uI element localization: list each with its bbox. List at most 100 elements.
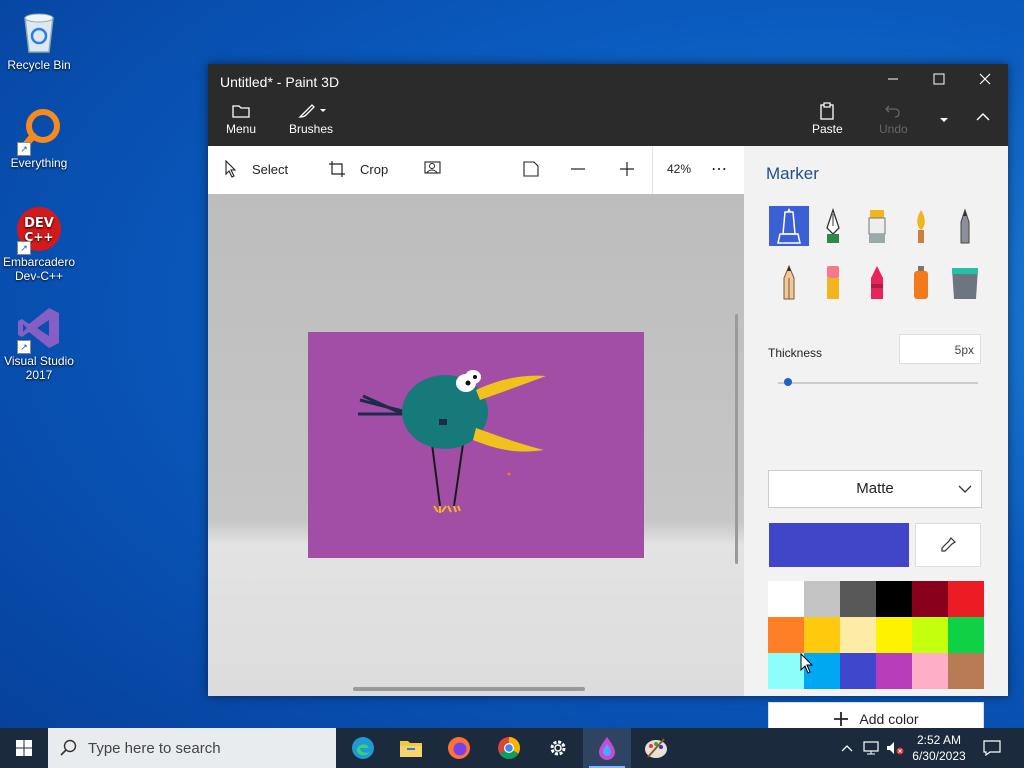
pixel-pen-button[interactable] (945, 206, 985, 246)
palette-swatch[interactable] (804, 617, 840, 653)
taskbar-edge[interactable] (339, 728, 387, 768)
calligraphy-pen-button[interactable] (813, 206, 853, 246)
chevron-down-icon (957, 471, 973, 521)
taskbar-firefox[interactable] (435, 728, 483, 768)
thickness-slider-thumb[interactable] (784, 378, 792, 386)
marker-brush-button[interactable] (769, 206, 809, 246)
palette-swatch[interactable] (768, 617, 804, 653)
finish-dropdown[interactable]: Matte (768, 470, 982, 508)
undo-label: Undo (879, 122, 908, 136)
edge-icon (352, 737, 374, 759)
minimize-icon (888, 78, 898, 80)
minimize-button[interactable] (870, 64, 916, 98)
palette-swatch[interactable] (876, 581, 912, 617)
palette-swatch[interactable] (768, 653, 804, 689)
undo-button[interactable]: Undo (879, 102, 908, 136)
view-3d-button[interactable] (522, 160, 540, 178)
chrome-icon (498, 737, 520, 759)
canvas-area[interactable] (208, 194, 744, 696)
calligraphy-pen-icon (826, 208, 840, 243)
taskbar-settings[interactable] (534, 728, 582, 768)
taskbar-paint[interactable] (632, 728, 680, 768)
palette-swatch[interactable] (948, 617, 984, 653)
taskbar-file-explorer[interactable] (387, 728, 435, 768)
palette-swatch[interactable] (804, 581, 840, 617)
more-options-button[interactable]: ⋯ (711, 159, 727, 179)
spray-can-button[interactable] (901, 262, 941, 302)
select-tool-button[interactable]: Select (224, 160, 288, 178)
visual-studio-icon: ↗ (15, 304, 63, 354)
eyedropper-button[interactable] (915, 523, 981, 567)
start-button[interactable] (0, 728, 48, 768)
add-color-label: Add color (859, 711, 919, 727)
volume-button[interactable] (885, 728, 905, 768)
eraser-button[interactable] (813, 262, 853, 302)
vertical-scrollbar[interactable] (735, 314, 738, 564)
crayon-button[interactable] (857, 262, 897, 302)
desktop-icon-everything[interactable]: ↗ Everything (1, 106, 77, 170)
magic-select-button[interactable] (424, 160, 442, 176)
paint3d-icon (599, 737, 615, 760)
drawing-canvas[interactable] (308, 332, 644, 558)
action-center-button[interactable] (974, 728, 1010, 768)
paste-button[interactable]: Paste (812, 102, 843, 136)
pencil-button[interactable] (769, 262, 809, 302)
thickness-slider[interactable] (778, 382, 978, 384)
chevron-down-icon (940, 118, 948, 122)
oil-brush-button[interactable] (857, 206, 897, 246)
palette-swatch[interactable] (768, 581, 804, 617)
taskbar: Type here to search 2:52 AM 6/30/2023 (0, 728, 1024, 768)
minus-icon (571, 168, 585, 170)
palette-swatch[interactable] (948, 653, 984, 689)
everything-search-icon: ↗ (15, 106, 63, 156)
ribbon: Menu Brushes Paste Undo (208, 98, 1008, 146)
palette-swatch[interactable] (840, 653, 876, 689)
watercolor-brush-button[interactable] (901, 206, 941, 246)
palette-swatch[interactable] (876, 653, 912, 689)
network-button[interactable] (862, 728, 880, 768)
chevron-up-icon (976, 113, 990, 121)
palette-swatch[interactable] (876, 617, 912, 653)
title-bar[interactable]: Untitled* - Paint 3D (208, 64, 1008, 98)
palette-swatch[interactable] (912, 617, 948, 653)
crop-tool-button[interactable]: Crop (328, 160, 388, 178)
paint3d-window: Untitled* - Paint 3D Menu Brushes Paste … (208, 64, 1008, 736)
marker-icon (777, 208, 801, 244)
maximize-button[interactable] (916, 64, 962, 98)
palette-swatch[interactable] (840, 581, 876, 617)
collapse-ribbon-button[interactable] (974, 110, 992, 126)
clock[interactable]: 2:52 AM 6/30/2023 (908, 728, 970, 768)
desktop-icon-visual-studio[interactable]: ↗ Visual Studio 2017 (1, 304, 77, 382)
pixel-pen-icon (960, 208, 970, 244)
palette-swatch[interactable] (912, 653, 948, 689)
fill-bucket-button[interactable] (945, 262, 985, 302)
desktop-icon-label: Everything (10, 156, 68, 170)
taskbar-paint3d[interactable] (583, 728, 631, 768)
zoom-out-button[interactable] (570, 160, 586, 178)
desktop-icon-recycle-bin[interactable]: Recycle Bin (1, 8, 77, 72)
desktop-icon-devcpp[interactable]: DEV C++ ↗ Embarcadero Dev-C++ (1, 205, 77, 283)
horizontal-scrollbar[interactable] (353, 687, 585, 691)
notification-icon (983, 740, 1001, 756)
search-icon (60, 739, 77, 756)
thickness-input[interactable]: 5px (899, 334, 981, 364)
menu-button[interactable]: Menu (226, 102, 256, 136)
palette-swatch[interactable] (912, 581, 948, 617)
close-icon (979, 73, 991, 85)
palette-swatch[interactable] (948, 581, 984, 617)
zoom-in-button[interactable] (619, 160, 635, 178)
undo-icon (885, 105, 900, 118)
close-button[interactable] (962, 64, 1008, 98)
taskbar-search-box[interactable]: Type here to search (48, 728, 336, 768)
zoom-level[interactable]: 42% (667, 162, 691, 176)
mouse-cursor-icon (800, 653, 814, 674)
history-dropdown-button[interactable] (932, 114, 956, 128)
window-title: Untitled* - Paint 3D (220, 74, 340, 90)
windows-logo-icon (16, 740, 32, 756)
taskbar-chrome[interactable] (485, 728, 533, 768)
brushes-button[interactable]: Brushes (289, 102, 333, 136)
shortcut-arrow-icon: ↗ (17, 142, 31, 156)
palette-swatch[interactable] (840, 617, 876, 653)
current-color-swatch[interactable] (769, 523, 909, 567)
show-hidden-icons-button[interactable] (838, 728, 856, 768)
